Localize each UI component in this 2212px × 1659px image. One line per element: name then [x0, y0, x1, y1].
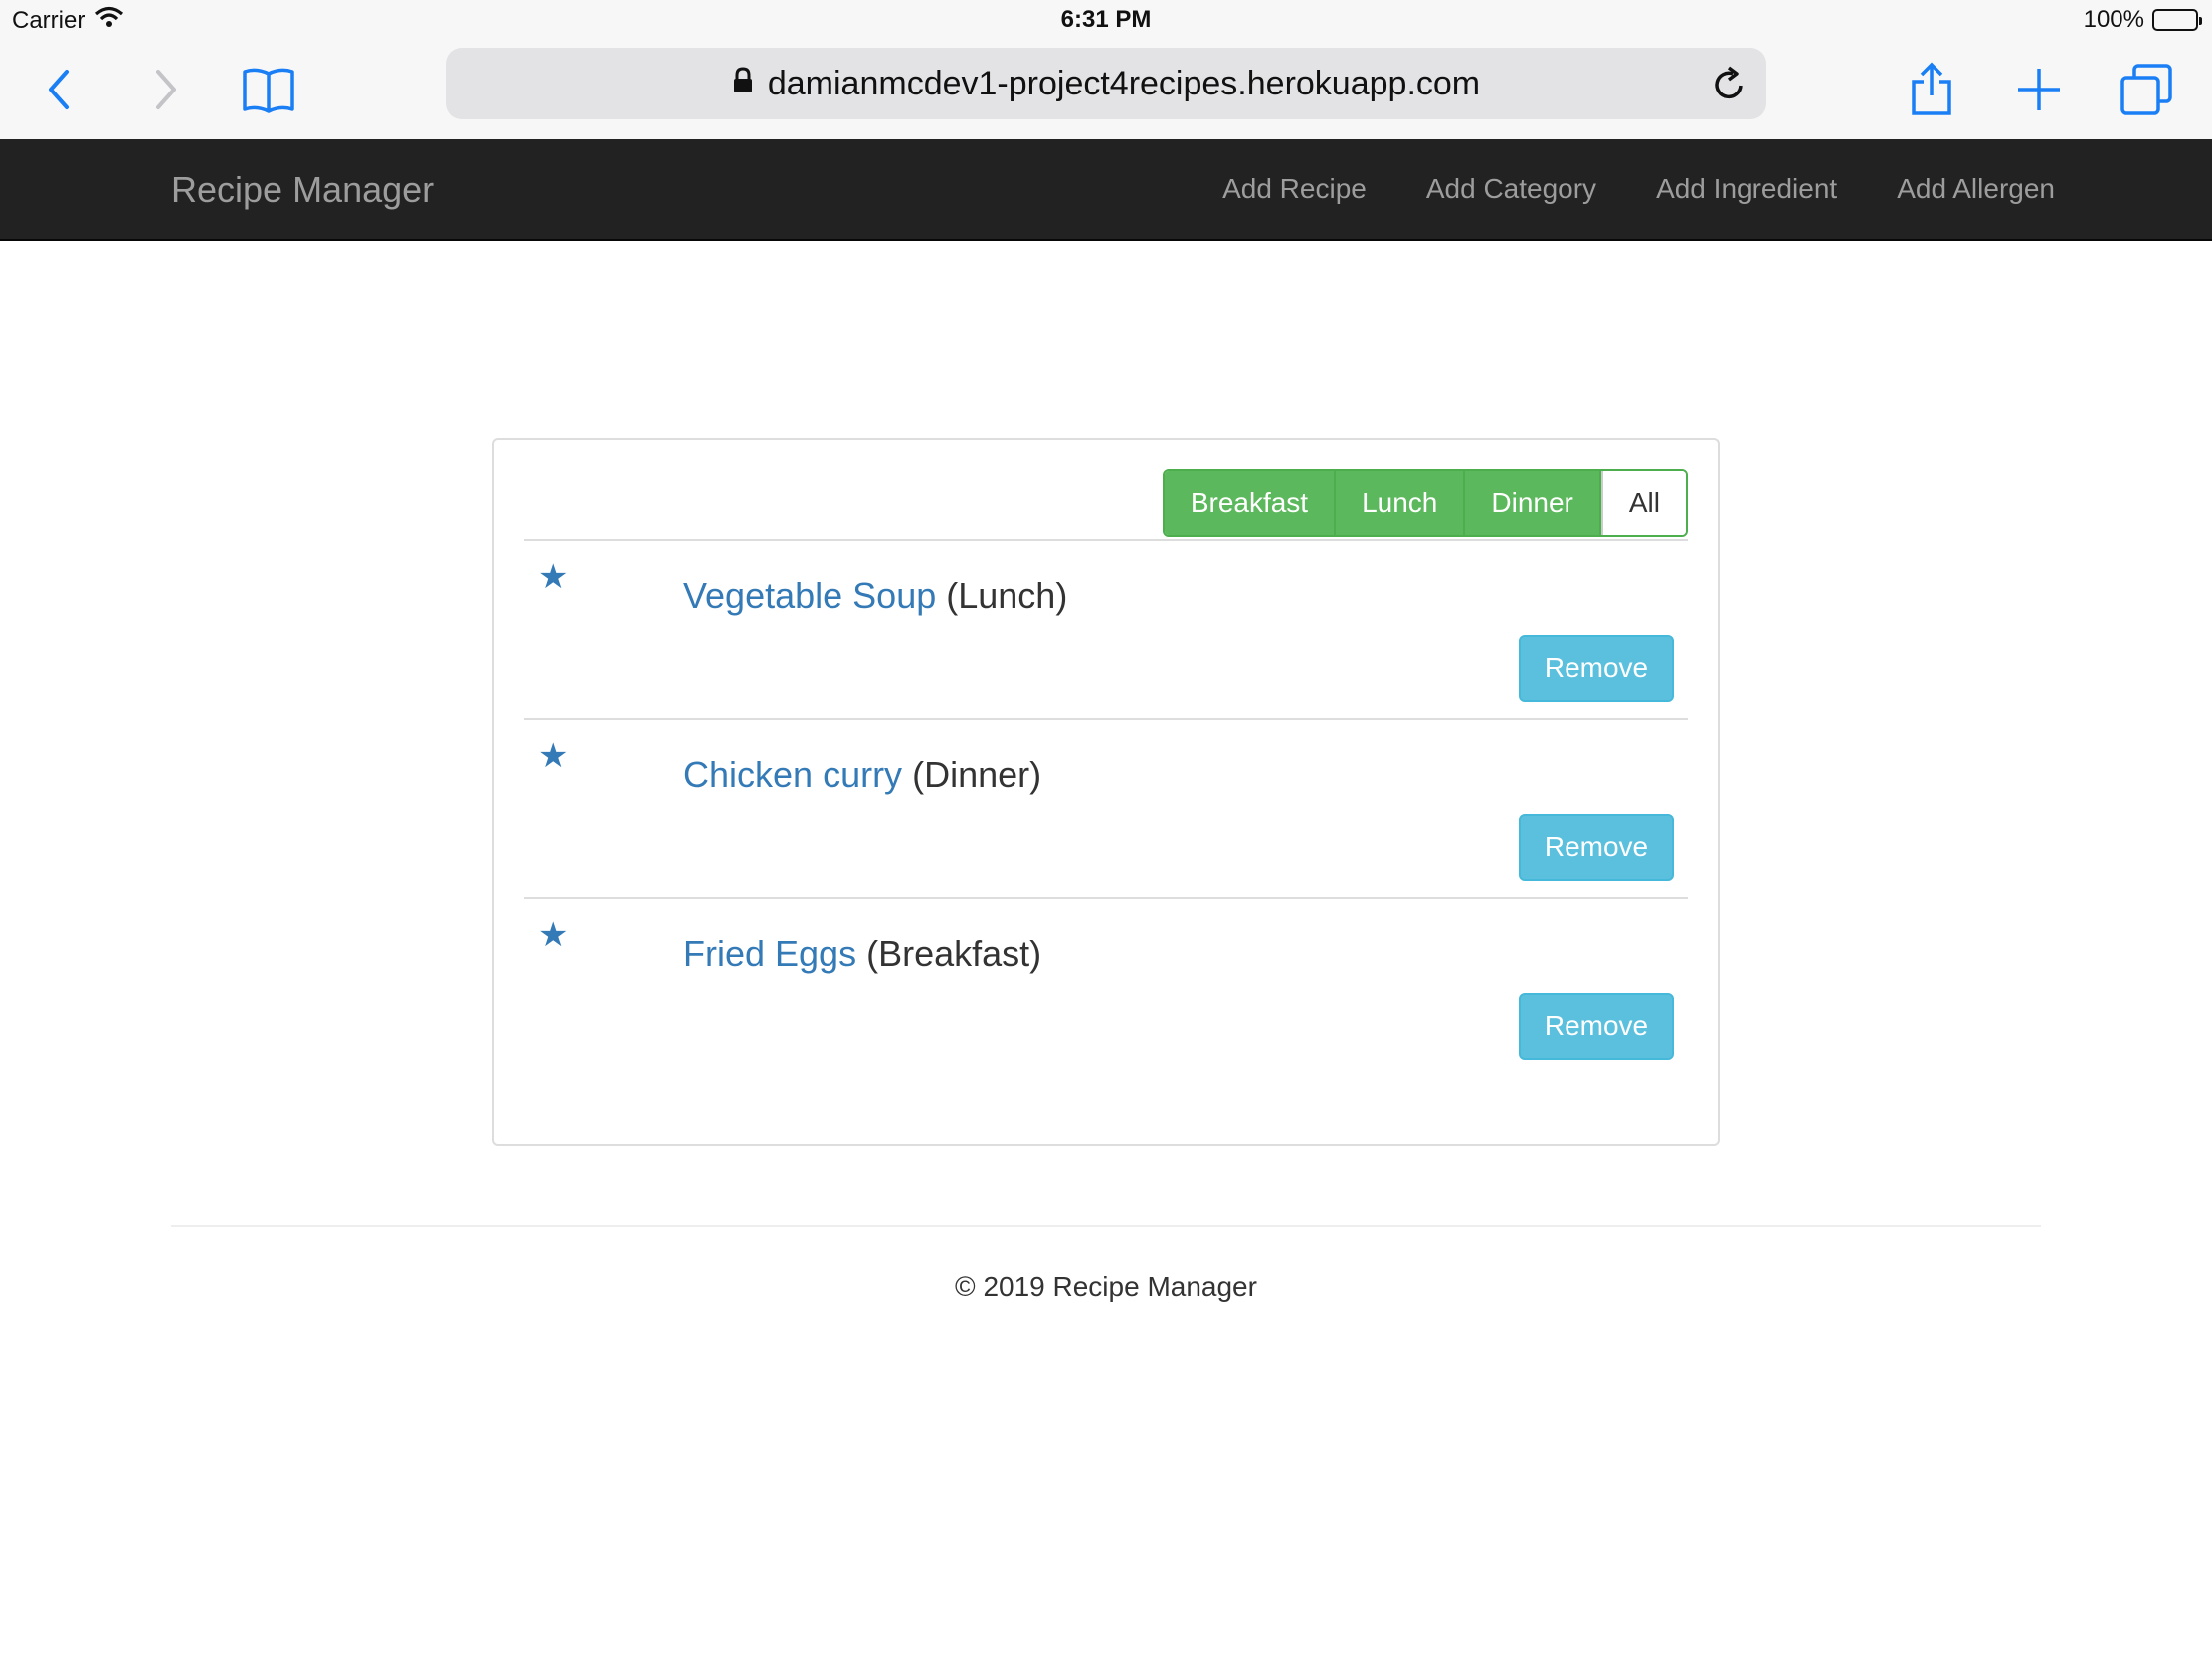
nav-add-ingredient[interactable]: Add Ingredient — [1656, 173, 1837, 205]
remove-button[interactable]: Remove — [1519, 635, 1674, 702]
remove-button[interactable]: Remove — [1519, 814, 1674, 881]
star-icon[interactable]: ★ — [538, 915, 568, 955]
navbar: Recipe Manager Add Recipe Add Category A… — [0, 139, 2212, 241]
remove-button[interactable]: Remove — [1519, 993, 1674, 1060]
address-bar[interactable]: damianmcdev1-project4recipes.herokuapp.c… — [446, 48, 1766, 119]
nav-add-category[interactable]: Add Category — [1426, 173, 1596, 205]
recipe-link[interactable]: Vegetable Soup — [683, 575, 936, 616]
recipe-title: Vegetable Soup (Lunch) — [683, 575, 1067, 617]
status-bar: Carrier 6:31 PM 100% — [0, 0, 2212, 40]
reload-icon[interactable] — [1711, 64, 1747, 112]
footer-text: © 2019 Recipe Manager — [955, 1271, 1257, 1302]
nav-add-recipe[interactable]: Add Recipe — [1222, 173, 1367, 205]
recipe-list: ★ Vegetable Soup (Lunch) Remove ★ Chicke… — [524, 539, 1688, 1076]
forward-chevron-icon[interactable] — [135, 60, 195, 119]
list-item: ★ Vegetable Soup (Lunch) Remove — [524, 539, 1688, 718]
filter-dinner-button[interactable]: Dinner — [1465, 471, 1601, 535]
recipe-link[interactable]: Fried Eggs — [683, 933, 856, 974]
list-item: ★ Chicken curry (Dinner) Remove — [524, 718, 1688, 897]
star-icon[interactable]: ★ — [538, 736, 568, 776]
recipe-title: Chicken curry (Dinner) — [683, 754, 1041, 796]
recipe-category: (Breakfast) — [866, 933, 1042, 974]
tabs-overview-icon[interactable] — [2117, 60, 2176, 119]
filter-breakfast-button[interactable]: Breakfast — [1164, 471, 1337, 535]
nav-links: Add Recipe Add Category Add Ingredient A… — [1222, 173, 2055, 205]
brand-link[interactable]: Recipe Manager — [171, 169, 434, 211]
browser-toolbar: damianmcdev1-project4recipes.herokuapp.c… — [0, 40, 2212, 139]
category-filter-group: Breakfast Lunch Dinner All — [1162, 469, 1688, 537]
new-tab-plus-icon[interactable] — [2009, 60, 2069, 119]
footer-divider — [171, 1225, 2041, 1227]
filter-all-button[interactable]: All — [1600, 471, 1686, 535]
star-icon[interactable]: ★ — [538, 557, 568, 597]
back-chevron-icon[interactable] — [30, 60, 90, 119]
url-text: damianmcdev1-project4recipes.herokuapp.c… — [767, 64, 1481, 102]
lock-icon — [732, 65, 754, 103]
bookmarks-book-icon[interactable] — [239, 60, 298, 119]
share-icon[interactable] — [1902, 60, 1961, 119]
recipe-category: (Dinner) — [912, 754, 1042, 795]
recipe-category: (Lunch) — [946, 575, 1068, 616]
status-time: 6:31 PM — [1060, 6, 1152, 33]
filter-lunch-button[interactable]: Lunch — [1336, 471, 1466, 535]
recipe-link[interactable]: Chicken curry — [683, 754, 902, 795]
status-right: 100% — [2083, 6, 2202, 34]
nav-add-allergen[interactable]: Add Allergen — [1897, 173, 2055, 205]
recipe-title: Fried Eggs (Breakfast) — [683, 933, 1041, 975]
list-item: ★ Fried Eggs (Breakfast) Remove — [524, 897, 1688, 1076]
battery-icon — [2152, 9, 2202, 31]
recipe-card: Breakfast Lunch Dinner All ★ Vegetable S… — [492, 438, 1720, 1146]
battery-label: 100% — [2083, 6, 2144, 33]
